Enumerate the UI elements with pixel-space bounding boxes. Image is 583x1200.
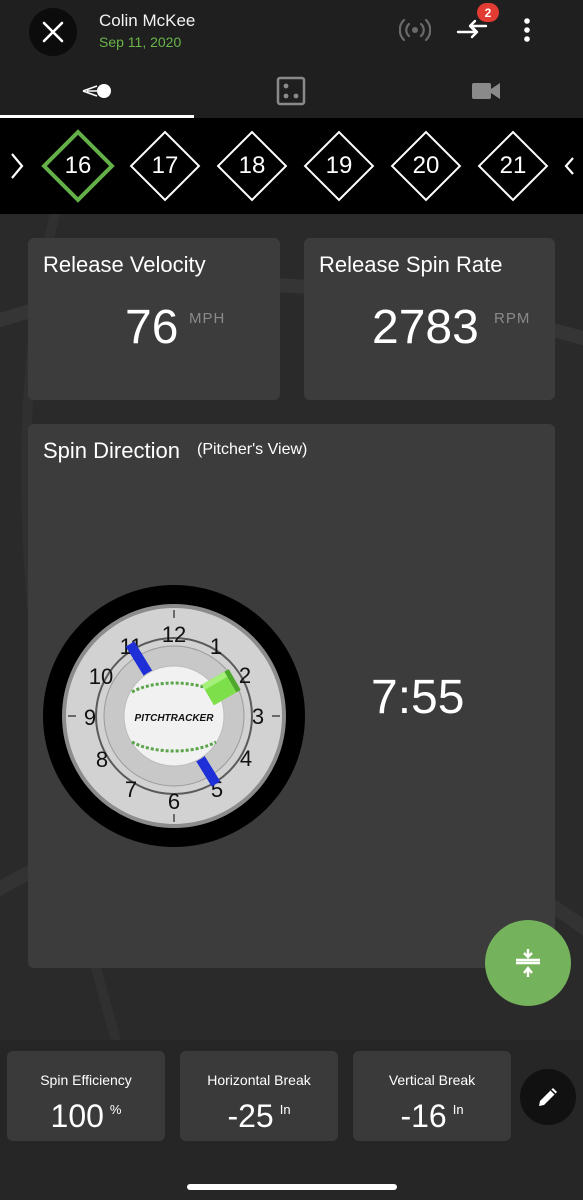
ball-logo: PITCHTRACKER (135, 713, 215, 724)
view-tabs (0, 64, 583, 118)
close-button[interactable] (29, 8, 77, 56)
clock-number-6: 6 (168, 789, 180, 814)
chevron-left-icon[interactable] (563, 154, 575, 178)
pitch-number: 21 (499, 152, 527, 179)
sync-count-badge: 2 (477, 3, 499, 22)
home-indicator[interactable] (187, 1184, 397, 1190)
clock-number-7: 7 (125, 777, 137, 802)
pitch-number: 17 (151, 152, 179, 179)
horizontal-break-stat: Horizontal Break -25 In (180, 1051, 338, 1141)
pitch-item-19[interactable]: 19 (303, 130, 375, 202)
video-camera-icon (471, 83, 500, 99)
stats-bar: Spin Efficiency 100% Horizontal Break -2… (0, 1040, 583, 1200)
dice-icon (277, 76, 306, 106)
pitch-number: 19 (325, 152, 353, 179)
pitch-selector: 16 17 18 19 20 21 (0, 118, 583, 214)
clock-number-12: 12 (162, 622, 186, 647)
spin-clock-time: 7:55 (371, 671, 465, 724)
edit-button[interactable] (520, 1069, 576, 1125)
expand-collapse-icon (516, 949, 540, 977)
pitch-item-16[interactable]: 16 (41, 129, 115, 203)
pitch-item-20[interactable]: 20 (390, 130, 462, 202)
clock-number-3: 3 (252, 704, 264, 729)
horizontal-break-value: -25 In (180, 1098, 338, 1135)
vertical-break-number: -16 (400, 1098, 447, 1134)
pitch-number: 18 (238, 152, 266, 179)
session-date: Sep 11, 2020 (99, 34, 182, 50)
clock-number-8: 8 (96, 747, 108, 772)
spin-efficiency-unit: % (109, 1102, 122, 1117)
broadcast-button[interactable] (395, 12, 435, 48)
spin-direction-subtitle: (Pitcher's View) (197, 441, 308, 458)
spin-efficiency-number: 100 (50, 1098, 104, 1134)
vertical-break-value: -16 In (353, 1098, 511, 1135)
release-velocity-value: 76 (125, 301, 179, 354)
pitch-number: 16 (64, 152, 92, 179)
spin-direction-card: Spin Direction (Pitcher's View) 12 1 2 3… (28, 424, 555, 968)
ball-motion-icon (82, 84, 112, 98)
horizontal-break-unit: In (279, 1102, 291, 1117)
clock-number-1: 1 (210, 634, 222, 659)
close-icon (42, 21, 64, 43)
release-spin-rate-title: Release Spin Rate (319, 252, 503, 277)
spin-direction-title: Spin Direction (43, 438, 180, 463)
horizontal-break-label: Horizontal Break (207, 1072, 311, 1088)
spin-efficiency-label: Spin Efficiency (40, 1072, 132, 1088)
pitch-item-21[interactable]: 21 (477, 130, 549, 202)
release-spin-rate-value: 2783 (372, 301, 479, 354)
release-velocity-title: Release Velocity (43, 252, 206, 277)
clock-number-10: 10 (89, 664, 113, 689)
pencil-icon (539, 1088, 557, 1106)
spin-clock: 12 1 2 3 4 5 6 7 8 9 10 11 PITCHTRACKER (43, 585, 305, 847)
pitch-item-18[interactable]: 18 (216, 130, 288, 202)
release-spin-rate-unit: RPM (494, 310, 531, 327)
clock-number-4: 4 (240, 746, 252, 771)
pitch-number: 20 (412, 152, 440, 179)
chevron-right-icon[interactable] (10, 152, 24, 180)
release-velocity-card: Release Velocity 76 MPH (28, 238, 280, 400)
release-spin-rate-card: Release Spin Rate 2783 RPM (304, 238, 555, 400)
broadcast-icon (399, 18, 431, 42)
tab-pitch[interactable] (0, 64, 195, 118)
expand-collapse-fab[interactable] (485, 920, 571, 1006)
more-vert-icon (524, 18, 530, 42)
vertical-break-stat: Vertical Break -16 In (353, 1051, 511, 1141)
app-header: Colin McKee Sep 11, 2020 2 (0, 0, 583, 64)
spin-efficiency-value: 100% (7, 1098, 165, 1135)
horizontal-break-number: -25 (227, 1098, 274, 1134)
clock-number-2: 2 (239, 663, 251, 688)
pitch-item-17[interactable]: 17 (129, 130, 201, 202)
vertical-break-unit: In (452, 1102, 464, 1117)
tab-dice[interactable] (194, 64, 388, 118)
spin-efficiency-stat: Spin Efficiency 100% (7, 1051, 165, 1141)
user-name: Colin McKee (99, 11, 196, 30)
release-velocity-unit: MPH (189, 310, 226, 327)
tab-video[interactable] (389, 64, 583, 118)
vertical-break-label: Vertical Break (388, 1072, 476, 1088)
more-options-button[interactable] (507, 12, 547, 48)
clock-number-9: 9 (84, 705, 96, 730)
